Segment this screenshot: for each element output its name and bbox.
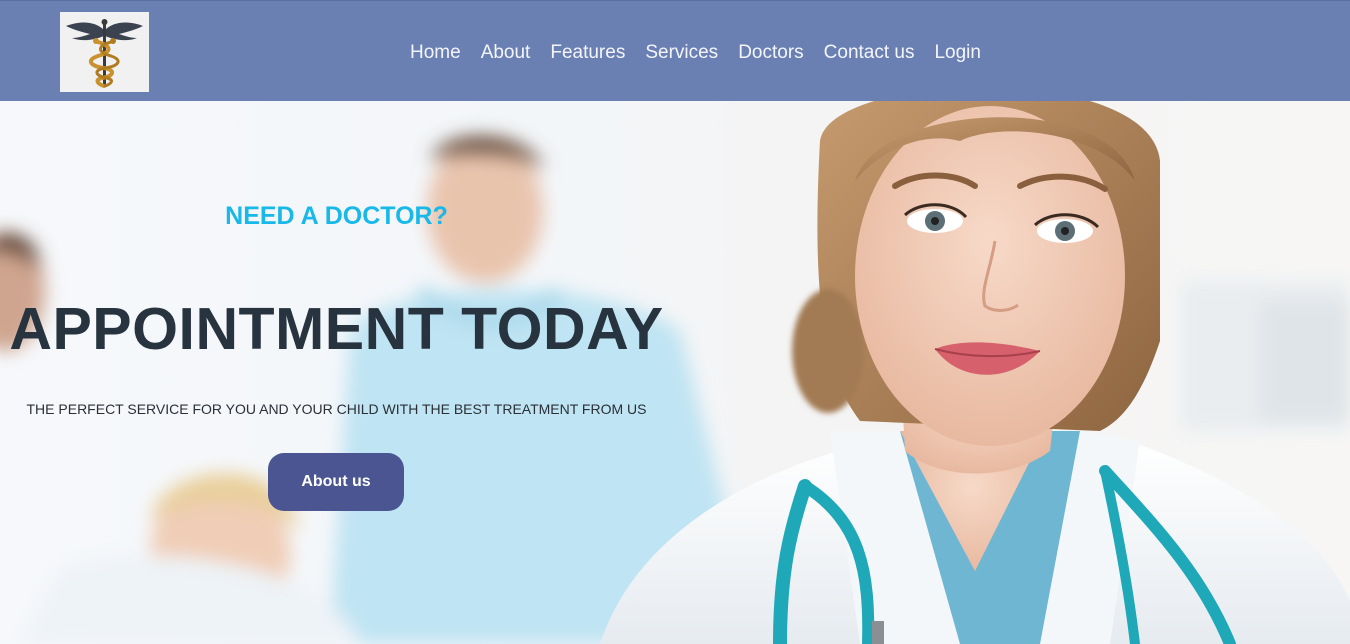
site-logo[interactable] — [60, 12, 149, 92]
nav-contact-us[interactable]: Contact us — [824, 39, 915, 67]
main-nav: Home About Features Services Doctors Con… — [400, 39, 991, 67]
nav-login[interactable]: Login — [934, 39, 981, 67]
nav-features[interactable]: Features — [550, 39, 625, 67]
caduceus-icon — [66, 19, 143, 88]
nav-doctors[interactable]: Doctors — [738, 39, 803, 67]
hero-content: NEED A DOCTOR? APPOINTMENT TODAY THE PER… — [0, 101, 680, 644]
hero-section: NEED A DOCTOR? APPOINTMENT TODAY THE PER… — [0, 101, 1350, 644]
navbar: Home About Features Services Doctors Con… — [0, 0, 1350, 101]
nav-services[interactable]: Services — [645, 39, 718, 67]
nav-home[interactable]: Home — [410, 39, 461, 67]
hero-title: APPOINTMENT TODAY — [9, 296, 664, 362]
nav-about[interactable]: About — [481, 39, 531, 67]
about-us-button[interactable]: About us — [268, 453, 404, 511]
hero-kicker: NEED A DOCTOR? — [225, 202, 448, 230]
hero-subtitle: THE PERFECT SERVICE FOR YOU AND YOUR CHI… — [26, 401, 647, 417]
